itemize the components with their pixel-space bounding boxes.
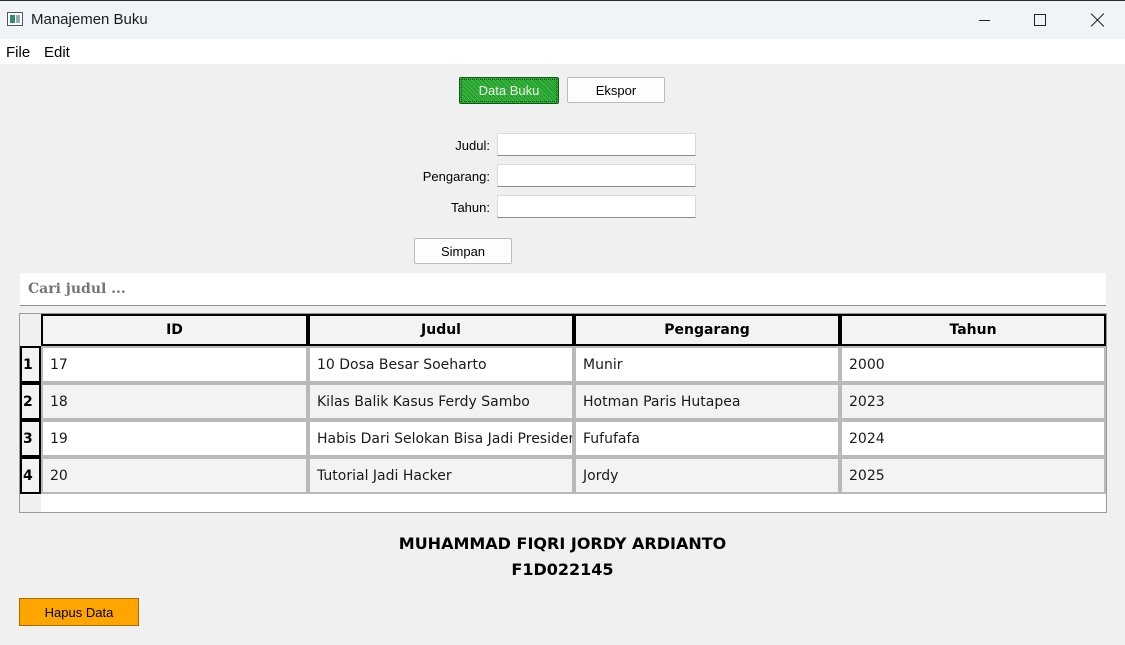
row-header[interactable]: 4: [20, 457, 41, 494]
table-cell-id[interactable]: 20: [41, 457, 308, 494]
column-header-id[interactable]: ID: [41, 314, 308, 346]
pengarang-input[interactable]: [497, 164, 696, 187]
menu-edit[interactable]: Edit: [44, 44, 70, 61]
app-window-icon: [7, 12, 23, 26]
search-input[interactable]: [20, 273, 1106, 306]
table-cell-judul[interactable]: Tutorial Jadi Hacker: [308, 457, 574, 494]
maximize-button[interactable]: [1011, 1, 1069, 39]
table-cell-tahun[interactable]: 2023: [840, 383, 1106, 420]
pengarang-label: Pengarang:: [422, 169, 490, 184]
ekspor-button[interactable]: Ekspor: [567, 77, 665, 103]
tahun-input[interactable]: [497, 195, 696, 218]
table-cell-id[interactable]: 18: [41, 383, 308, 420]
table-cell-tahun[interactable]: 2025: [840, 457, 1106, 494]
judul-input[interactable]: [497, 133, 696, 156]
table-cell-judul[interactable]: Habis Dari Selokan Bisa Jadi Presiden: [308, 420, 574, 457]
close-button[interactable]: [1069, 1, 1125, 39]
window-title: Manajemen Buku: [31, 11, 148, 28]
table-cell-tahun[interactable]: 2000: [840, 346, 1106, 383]
table-bottom-strip: [20, 495, 41, 512]
row-header[interactable]: 1: [20, 346, 41, 383]
book-table: ID Judul Pengarang Tahun 1 17 10 Dosa Be…: [19, 313, 1107, 513]
minimize-button[interactable]: [955, 1, 1013, 39]
judul-label: Judul:: [455, 138, 490, 153]
table-cell-judul[interactable]: 10 Dosa Besar Soeharto: [308, 346, 574, 383]
table-cell-id[interactable]: 19: [41, 420, 308, 457]
close-icon: [1091, 13, 1105, 27]
table-cell-pengarang[interactable]: Fufufafa: [574, 420, 840, 457]
data-buku-button[interactable]: Data Buku: [459, 77, 559, 104]
title-bar: Manajemen Buku: [0, 0, 1125, 39]
table-cell-tahun[interactable]: 2024: [840, 420, 1106, 457]
row-header[interactable]: 2: [20, 383, 41, 420]
tahun-label: Tahun:: [450, 200, 490, 215]
author-nim: F1D022145: [511, 560, 614, 579]
column-header-tahun[interactable]: Tahun: [840, 314, 1106, 346]
column-header-judul[interactable]: Judul: [308, 314, 574, 346]
hapus-data-button[interactable]: Hapus Data: [19, 598, 139, 626]
menu-file[interactable]: File: [6, 44, 30, 61]
minimize-icon: [978, 19, 990, 21]
simpan-button[interactable]: Simpan: [414, 238, 512, 264]
table-cell-judul[interactable]: Kilas Balik Kasus Ferdy Sambo: [308, 383, 574, 420]
table-cell-pengarang[interactable]: Hotman Paris Hutapea: [574, 383, 840, 420]
author-name: MUHAMMAD FIQRI JORDY ARDIANTO: [398, 534, 727, 553]
table-cell-id[interactable]: 17: [41, 346, 308, 383]
table-corner[interactable]: [20, 314, 41, 346]
table-cell-pengarang[interactable]: Jordy: [574, 457, 840, 494]
row-header[interactable]: 3: [20, 420, 41, 457]
maximize-icon: [1034, 14, 1046, 26]
table-cell-pengarang[interactable]: Munir: [574, 346, 840, 383]
menu-bar: File Edit: [0, 39, 1125, 64]
column-header-pengarang[interactable]: Pengarang: [574, 314, 840, 346]
